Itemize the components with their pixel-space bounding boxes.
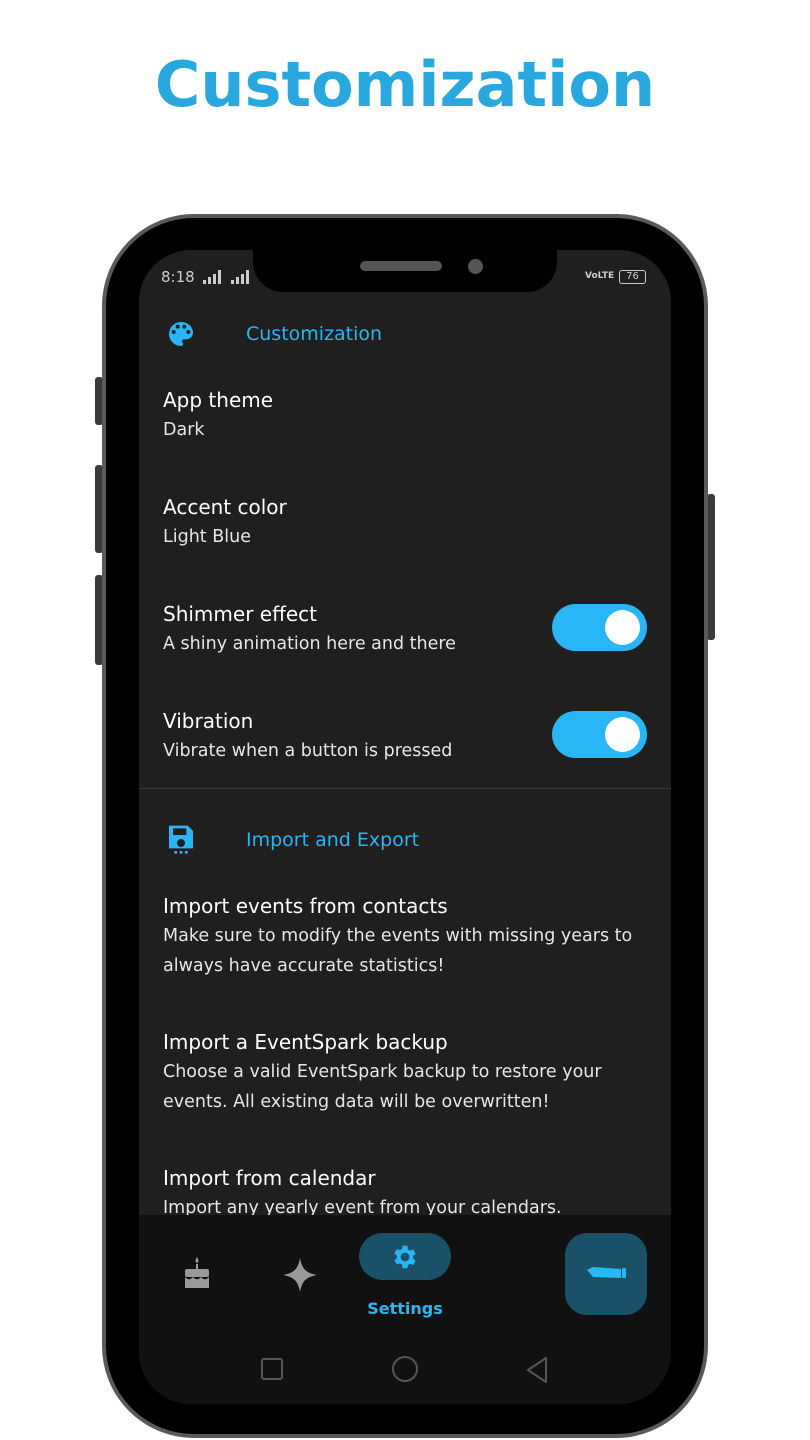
recents-button[interactable] [261,1358,283,1380]
palette-icon [169,322,193,346]
battery-level: 76 [626,271,639,282]
app-screen: 8:18 VoLTE 76 Customization App theme Dar… [139,250,671,1404]
setting-import-contacts[interactable]: Import events from contacts Make sure to … [163,891,647,981]
setting-import-calendar[interactable]: Import from calendar Import any yearly ev… [163,1163,647,1223]
setting-app-theme[interactable]: App theme Dark [163,385,647,445]
camera-notch [253,250,557,292]
gear-icon [394,1245,416,1268]
pen-icon [587,1267,626,1278]
shimmer-toggle[interactable] [552,604,647,651]
setting-value: Light Blue [163,527,251,547]
setting-title: Import a EventSpark backup [163,1030,448,1054]
page-headline: Customization [154,48,656,121]
setting-title: Accent color [163,495,287,519]
nav-settings-button[interactable] [359,1233,451,1280]
home-button[interactable] [392,1356,418,1382]
setting-value: Dark [163,420,205,440]
setting-title: Import events from contacts [163,894,448,918]
save-icon [169,825,193,854]
setting-description: Choose a valid EventSpark backup to rest… [163,1062,602,1112]
section-header-import-export: Import and Export [246,829,420,851]
vibration-toggle[interactable] [552,711,647,758]
setting-title: App theme [163,388,274,412]
section-header-customization: Customization [246,323,383,345]
setting-description: Make sure to modify the events with miss… [163,926,633,976]
back-button[interactable] [525,1356,549,1384]
edit-fab-button[interactable] [565,1233,647,1315]
volte-indicator: VoLTE [585,271,615,281]
section-divider [139,788,671,789]
nav-settings-label[interactable]: Settings [349,1299,461,1318]
sparkle-icon[interactable] [283,1258,317,1292]
bottom-navigation: Settings [139,1215,671,1404]
cake-icon[interactable] [182,1255,212,1290]
setting-accent-color[interactable]: Accent color Light Blue [163,492,647,552]
status-time: 8:18 [161,268,195,286]
setting-import-backup[interactable]: Import a EventSpark backup Choose a valid… [163,1027,647,1117]
setting-title: Import from calendar [163,1166,376,1190]
power-button [707,494,715,640]
signal-icon [203,270,249,284]
battery-icon: 76 [619,270,646,284]
